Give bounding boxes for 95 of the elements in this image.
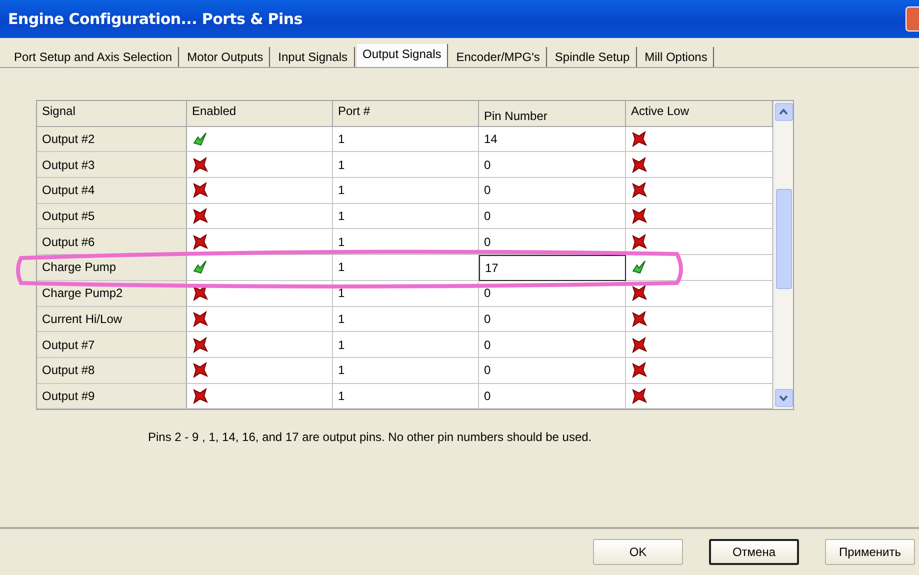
- table-cell[interactable]: 0: [479, 384, 626, 410]
- column-header[interactable]: Pin Number: [479, 101, 626, 127]
- check-icon[interactable]: [631, 259, 647, 276]
- cross-icon[interactable]: [192, 234, 208, 250]
- table-cell[interactable]: 17: [479, 255, 626, 281]
- table-cell[interactable]: 0: [479, 204, 626, 230]
- tab[interactable]: Motor Outputs: [181, 47, 270, 67]
- cross-icon[interactable]: [631, 285, 647, 302]
- cross-icon[interactable]: [631, 208, 647, 224]
- pins-note: Pins 2 - 9 , 1, 14, 16, and 17 are output pins. No other pin numbers should be used.: [148, 430, 593, 444]
- tab[interactable]: Spindle Setup: [548, 47, 637, 67]
- cross-icon[interactable]: [631, 234, 647, 250]
- table-cell[interactable]: [187, 306, 333, 332]
- row-header[interactable]: Output #9: [37, 384, 187, 410]
- cross-icon[interactable]: [192, 388, 208, 404]
- table-cell[interactable]: 0: [479, 152, 626, 178]
- table-cell[interactable]: [187, 332, 333, 358]
- table-cell[interactable]: 1: [333, 306, 479, 332]
- table-cell[interactable]: 1: [333, 126, 479, 152]
- row-header[interactable]: Output #5: [37, 204, 187, 230]
- table-cell[interactable]: 0: [479, 229, 626, 256]
- cross-icon[interactable]: [631, 156, 647, 173]
- scroll-up-icon[interactable]: [779, 109, 788, 115]
- table-cell[interactable]: [187, 204, 333, 230]
- window-title: Engine Configuration... Ports & Pins: [8, 10, 302, 28]
- row-header[interactable]: Current Hi/Low: [37, 306, 187, 332]
- table-cell[interactable]: [626, 178, 773, 204]
- tab[interactable]: Output Signals: [356, 44, 448, 67]
- table-cell[interactable]: [626, 332, 773, 358]
- row-header[interactable]: Output #8: [37, 358, 187, 384]
- table-cell[interactable]: 1: [333, 255, 479, 281]
- check-icon[interactable]: [192, 131, 208, 148]
- cross-icon[interactable]: [192, 362, 208, 378]
- table-cell[interactable]: [187, 280, 333, 306]
- table-cell[interactable]: 0: [479, 358, 626, 384]
- dialog-button[interactable]: Применить: [825, 539, 915, 565]
- table-cell[interactable]: [187, 152, 333, 178]
- cross-icon[interactable]: [192, 208, 208, 224]
- cross-icon[interactable]: [192, 182, 208, 198]
- cross-icon[interactable]: [192, 285, 208, 302]
- scroll-down-icon[interactable]: [779, 395, 788, 402]
- cross-icon[interactable]: [631, 336, 647, 353]
- table-cell[interactable]: 14: [479, 126, 626, 152]
- column-header[interactable]: Active Low: [626, 101, 773, 127]
- cross-icon[interactable]: [192, 156, 208, 173]
- row-header[interactable]: Output #7: [37, 332, 187, 358]
- table-cell[interactable]: 1: [333, 384, 479, 410]
- table-cell[interactable]: 1: [333, 332, 479, 358]
- table-cell[interactable]: 1: [333, 152, 479, 178]
- cross-icon[interactable]: [631, 310, 647, 327]
- cross-icon[interactable]: [631, 388, 647, 404]
- table-cell[interactable]: [626, 255, 773, 281]
- dialog-button[interactable]: Отмена: [709, 539, 799, 565]
- table-cell[interactable]: 1: [333, 229, 479, 256]
- check-icon[interactable]: [192, 259, 208, 276]
- table-cell[interactable]: [626, 384, 773, 410]
- close-icon[interactable]: [905, 6, 919, 32]
- column-header[interactable]: Port #: [333, 101, 479, 127]
- row-header[interactable]: Output #6: [37, 229, 187, 256]
- cross-icon[interactable]: [192, 336, 208, 353]
- table-cell[interactable]: [187, 384, 333, 410]
- tab[interactable]: Input Signals: [272, 47, 355, 67]
- table-cell[interactable]: 0: [479, 280, 626, 306]
- tab[interactable]: Encoder/MPG's: [450, 47, 547, 67]
- table-cell[interactable]: 0: [479, 306, 626, 332]
- column-header[interactable]: Enabled: [187, 101, 333, 127]
- table-cell[interactable]: [626, 204, 773, 230]
- tab[interactable]: Mill Options: [638, 47, 714, 67]
- row-header[interactable]: Output #4: [37, 178, 187, 204]
- table-cell[interactable]: [626, 280, 773, 306]
- cross-icon[interactable]: [192, 310, 208, 327]
- table-cell[interactable]: [626, 306, 773, 332]
- dialog-button[interactable]: OK: [593, 539, 683, 565]
- table-cell[interactable]: [187, 358, 333, 384]
- table-cell[interactable]: 0: [479, 178, 626, 204]
- cross-icon[interactable]: [631, 362, 647, 378]
- cross-icon[interactable]: [631, 131, 647, 148]
- table-cell[interactable]: [187, 255, 333, 281]
- table-cell[interactable]: 0: [479, 332, 626, 358]
- table-cell[interactable]: [626, 358, 773, 384]
- tab[interactable]: Port Setup and Axis Selection: [8, 47, 180, 67]
- cross-icon[interactable]: [631, 182, 647, 198]
- table-cell[interactable]: 1: [333, 178, 479, 204]
- table-cell[interactable]: [626, 126, 773, 152]
- row-header[interactable]: Output #2: [37, 126, 187, 152]
- table-cell[interactable]: 1: [333, 204, 479, 230]
- table-cell[interactable]: [187, 126, 333, 152]
- table-cell[interactable]: [187, 178, 333, 204]
- column-header[interactable]: Signal: [37, 101, 187, 127]
- table-cell[interactable]: 1: [333, 280, 479, 306]
- row-header[interactable]: Output #3: [37, 152, 187, 178]
- scrollbar[interactable]: [773, 101, 793, 410]
- table-cell[interactable]: 1: [333, 358, 479, 384]
- table-cell[interactable]: [626, 152, 773, 178]
- row-header[interactable]: Charge Pump: [37, 255, 187, 281]
